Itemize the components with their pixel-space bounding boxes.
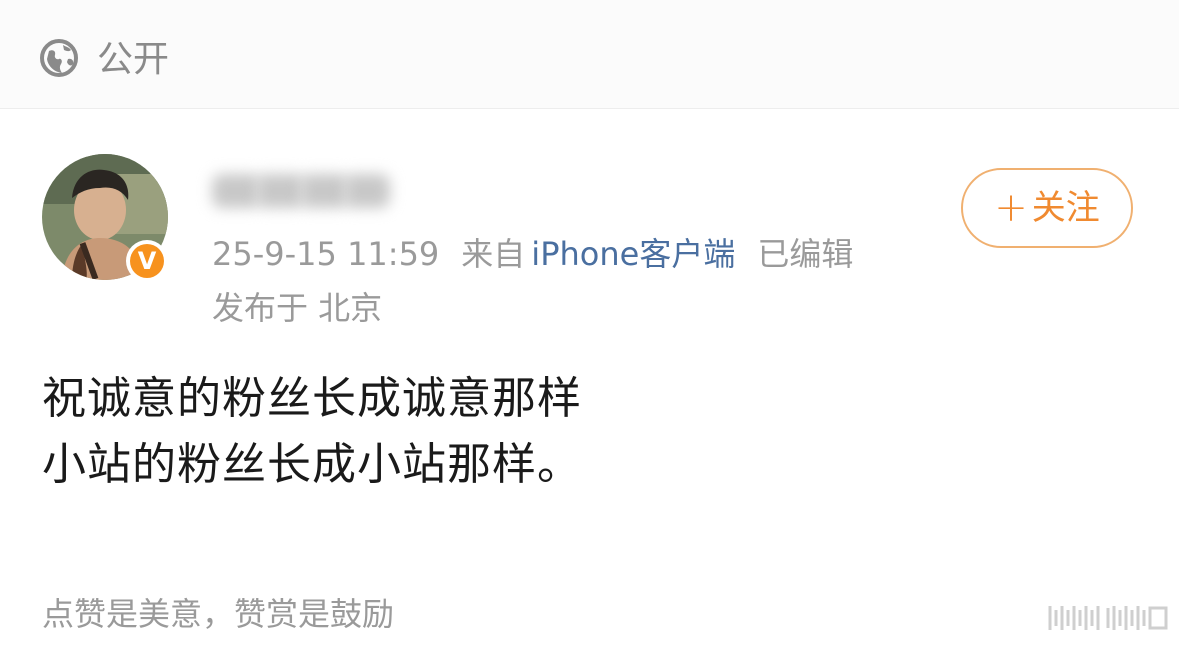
post-location: 发布于 北京 xyxy=(212,289,383,327)
follow-label: 关注 xyxy=(1031,188,1100,228)
plus-icon: + xyxy=(994,185,1028,231)
post-line: 小站的粉丝长成小站那样。 xyxy=(42,439,582,490)
globe-icon xyxy=(40,39,78,77)
weibo-post-screenshot: 公开 V + 关注 25-9-15 11:59 来自 iPhone客户端 已编辑 发布… xyxy=(0,0,1179,651)
edited-label[interactable]: 已编辑 xyxy=(757,235,853,273)
reward-hint: 点赞是美意，赞赏是鼓励 xyxy=(42,595,395,633)
source-prefix: 来自 xyxy=(461,235,526,273)
post-meta: 25-9-15 11:59 来自 iPhone客户端 已编辑 xyxy=(212,234,853,274)
watermark-icon xyxy=(1048,606,1168,630)
username-blurred[interactable] xyxy=(212,164,392,216)
source-client-link[interactable]: iPhone客户端 xyxy=(531,235,735,273)
post-timestamp: 25-9-15 11:59 xyxy=(212,235,440,273)
post-line: 祝诚意的粉丝长成诚意那样 xyxy=(42,373,582,424)
follow-button[interactable]: + 关注 xyxy=(961,168,1133,248)
visibility-label: 公开 xyxy=(97,39,170,80)
post-content: 祝诚意的粉丝长成诚意那样 小站的粉丝长成小站那样。 xyxy=(42,366,582,498)
verified-badge-icon: V xyxy=(126,240,168,282)
visibility-bar[interactable]: 公开 xyxy=(0,0,1179,109)
